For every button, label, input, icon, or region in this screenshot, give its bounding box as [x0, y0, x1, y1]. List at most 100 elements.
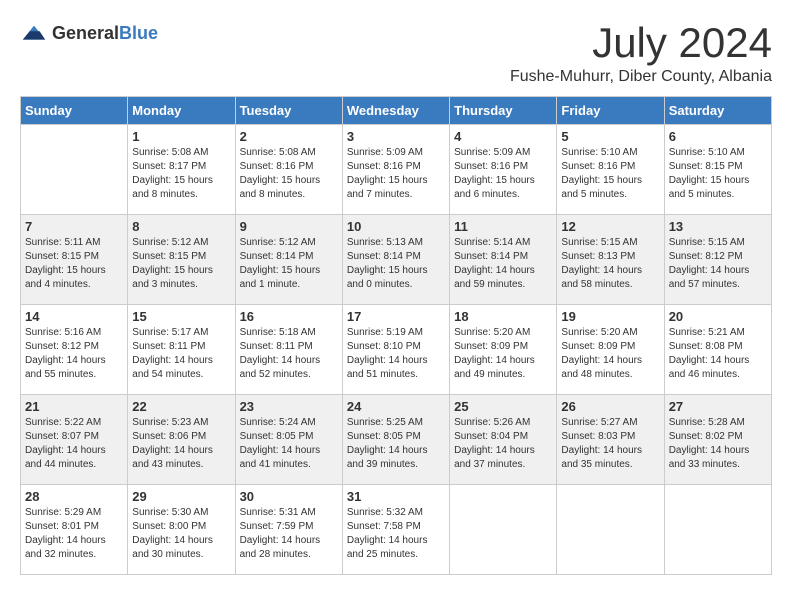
- day-number: 12: [561, 219, 659, 234]
- header-cell-wednesday: Wednesday: [342, 97, 449, 125]
- calendar-table: SundayMondayTuesdayWednesdayThursdayFrid…: [20, 96, 772, 575]
- calendar-cell: 30 Sunrise: 5:31 AMSunset: 7:59 PMDayligh…: [235, 485, 342, 575]
- day-number: 10: [347, 219, 445, 234]
- cell-content: Sunrise: 5:21 AMSunset: 8:08 PMDaylight:…: [669, 326, 767, 382]
- calendar-cell: 23 Sunrise: 5:24 AMSunset: 8:05 PMDayligh…: [235, 395, 342, 485]
- calendar-cell: 7 Sunrise: 5:11 AMSunset: 8:15 PMDaylight…: [21, 215, 128, 305]
- day-number: 31: [347, 489, 445, 504]
- calendar-cell: [450, 485, 557, 575]
- day-number: 15: [132, 309, 230, 324]
- week-row-2: 7 Sunrise: 5:11 AMSunset: 8:15 PMDaylight…: [21, 215, 772, 305]
- calendar-cell: 1 Sunrise: 5:08 AMSunset: 8:17 PMDaylight…: [128, 125, 235, 215]
- month-title: July 2024: [510, 20, 772, 66]
- cell-content: Sunrise: 5:25 AMSunset: 8:05 PMDaylight:…: [347, 416, 445, 472]
- calendar-cell: 13 Sunrise: 5:15 AMSunset: 8:12 PMDayligh…: [664, 215, 771, 305]
- day-number: 6: [669, 129, 767, 144]
- cell-content: Sunrise: 5:12 AMSunset: 8:15 PMDaylight:…: [132, 236, 230, 292]
- cell-content: Sunrise: 5:10 AMSunset: 8:16 PMDaylight:…: [561, 146, 659, 202]
- calendar-cell: 12 Sunrise: 5:15 AMSunset: 8:13 PMDayligh…: [557, 215, 664, 305]
- calendar-cell: 18Sunrise: 5:20 AMSunset: 8:09 PMDayligh…: [450, 305, 557, 395]
- cell-content: Sunrise: 5:20 AMSunset: 8:09 PMDaylight:…: [561, 326, 659, 382]
- logo: GeneralBlue: [20, 20, 158, 48]
- calendar-cell: 11 Sunrise: 5:14 AMSunset: 8:14 PMDayligh…: [450, 215, 557, 305]
- day-number: 25: [454, 399, 552, 414]
- cell-content: Sunrise: 5:16 AMSunset: 8:12 PMDaylight:…: [25, 326, 123, 382]
- cell-content: Sunrise: 5:15 AMSunset: 8:12 PMDaylight:…: [669, 236, 767, 292]
- day-number: 17: [347, 309, 445, 324]
- calendar-cell: 16 Sunrise: 5:18 AMSunset: 8:11 PMDayligh…: [235, 305, 342, 395]
- calendar-cell: 15 Sunrise: 5:17 AMSunset: 8:11 PMDayligh…: [128, 305, 235, 395]
- day-number: 2: [240, 129, 338, 144]
- day-number: 18: [454, 309, 552, 324]
- day-number: 4: [454, 129, 552, 144]
- cell-content: Sunrise: 5:08 AMSunset: 8:17 PMDaylight:…: [132, 146, 230, 202]
- calendar-cell: 8Sunrise: 5:12 AMSunset: 8:15 PMDaylight…: [128, 215, 235, 305]
- calendar-cell: 4Sunrise: 5:09 AMSunset: 8:16 PMDaylight…: [450, 125, 557, 215]
- cell-content: Sunrise: 5:31 AMSunset: 7:59 PMDaylight:…: [240, 506, 338, 562]
- cell-content: Sunrise: 5:09 AMSunset: 8:16 PMDaylight:…: [347, 146, 445, 202]
- week-row-3: 14 Sunrise: 5:16 AMSunset: 8:12 PMDayligh…: [21, 305, 772, 395]
- cell-content: Sunrise: 5:18 AMSunset: 8:11 PMDaylight:…: [240, 326, 338, 382]
- cell-content: Sunrise: 5:29 AMSunset: 8:01 PMDaylight:…: [25, 506, 123, 562]
- day-number: 5: [561, 129, 659, 144]
- day-number: 30: [240, 489, 338, 504]
- calendar-cell: 14 Sunrise: 5:16 AMSunset: 8:12 PMDayligh…: [21, 305, 128, 395]
- calendar-cell: 24 Sunrise: 5:25 AMSunset: 8:05 PMDayligh…: [342, 395, 449, 485]
- day-number: 7: [25, 219, 123, 234]
- logo-icon: [20, 20, 48, 48]
- calendar-cell: 22 Sunrise: 5:23 AMSunset: 8:06 PMDayligh…: [128, 395, 235, 485]
- calendar-cell: 17Sunrise: 5:19 AMSunset: 8:10 PMDayligh…: [342, 305, 449, 395]
- cell-content: Sunrise: 5:11 AMSunset: 8:15 PMDaylight:…: [25, 236, 123, 292]
- calendar-cell: 19 Sunrise: 5:20 AMSunset: 8:09 PMDayligh…: [557, 305, 664, 395]
- calendar-cell: 28Sunrise: 5:29 AMSunset: 8:01 PMDayligh…: [21, 485, 128, 575]
- day-number: 27: [669, 399, 767, 414]
- calendar-cell: 20 Sunrise: 5:21 AMSunset: 8:08 PMDayligh…: [664, 305, 771, 395]
- day-number: 11: [454, 219, 552, 234]
- day-number: 22: [132, 399, 230, 414]
- header-cell-tuesday: Tuesday: [235, 97, 342, 125]
- cell-content: Sunrise: 5:23 AMSunset: 8:06 PMDaylight:…: [132, 416, 230, 472]
- calendar-cell: [557, 485, 664, 575]
- cell-content: Sunrise: 5:24 AMSunset: 8:05 PMDaylight:…: [240, 416, 338, 472]
- calendar-cell: 29Sunrise: 5:30 AMSunset: 8:00 PMDayligh…: [128, 485, 235, 575]
- header-row: SundayMondayTuesdayWednesdayThursdayFrid…: [21, 97, 772, 125]
- calendar-cell: 27Sunrise: 5:28 AMSunset: 8:02 PMDayligh…: [664, 395, 771, 485]
- calendar-cell: 9Sunrise: 5:12 AMSunset: 8:14 PMDaylight…: [235, 215, 342, 305]
- header-cell-monday: Monday: [128, 97, 235, 125]
- day-number: 26: [561, 399, 659, 414]
- day-number: 3: [347, 129, 445, 144]
- day-number: 23: [240, 399, 338, 414]
- day-number: 16: [240, 309, 338, 324]
- location-title: Fushe-Muhurr, Diber County, Albania: [510, 68, 772, 86]
- calendar-cell: [664, 485, 771, 575]
- cell-content: Sunrise: 5:26 AMSunset: 8:04 PMDaylight:…: [454, 416, 552, 472]
- day-number: 9: [240, 219, 338, 234]
- calendar-cell: 31 Sunrise: 5:32 AMSunset: 7:58 PMDayligh…: [342, 485, 449, 575]
- cell-content: Sunrise: 5:17 AMSunset: 8:11 PMDaylight:…: [132, 326, 230, 382]
- day-number: 20: [669, 309, 767, 324]
- day-number: 19: [561, 309, 659, 324]
- cell-content: Sunrise: 5:15 AMSunset: 8:13 PMDaylight:…: [561, 236, 659, 292]
- calendar-cell: [21, 125, 128, 215]
- cell-content: Sunrise: 5:08 AMSunset: 8:16 PMDaylight:…: [240, 146, 338, 202]
- day-number: 14: [25, 309, 123, 324]
- day-number: 24: [347, 399, 445, 414]
- calendar-cell: 2 Sunrise: 5:08 AMSunset: 8:16 PMDaylight…: [235, 125, 342, 215]
- calendar-cell: 26Sunrise: 5:27 AMSunset: 8:03 PMDayligh…: [557, 395, 664, 485]
- calendar-cell: 6 Sunrise: 5:10 AMSunset: 8:15 PMDaylight…: [664, 125, 771, 215]
- week-row-5: 28Sunrise: 5:29 AMSunset: 8:01 PMDayligh…: [21, 485, 772, 575]
- title-area: July 2024 Fushe-Muhurr, Diber County, Al…: [510, 20, 772, 86]
- week-row-1: 1 Sunrise: 5:08 AMSunset: 8:17 PMDaylight…: [21, 125, 772, 215]
- day-number: 21: [25, 399, 123, 414]
- day-number: 13: [669, 219, 767, 234]
- cell-content: Sunrise: 5:10 AMSunset: 8:15 PMDaylight:…: [669, 146, 767, 202]
- calendar-cell: 5 Sunrise: 5:10 AMSunset: 8:16 PMDaylight…: [557, 125, 664, 215]
- header: GeneralBlue July 2024 Fushe-Muhurr, Dibe…: [20, 20, 772, 86]
- calendar-cell: 21Sunrise: 5:22 AMSunset: 8:07 PMDayligh…: [21, 395, 128, 485]
- logo-general: GeneralBlue: [52, 24, 158, 44]
- day-number: 1: [132, 129, 230, 144]
- cell-content: Sunrise: 5:14 AMSunset: 8:14 PMDaylight:…: [454, 236, 552, 292]
- cell-content: Sunrise: 5:32 AMSunset: 7:58 PMDaylight:…: [347, 506, 445, 562]
- day-number: 29: [132, 489, 230, 504]
- header-cell-sunday: Sunday: [21, 97, 128, 125]
